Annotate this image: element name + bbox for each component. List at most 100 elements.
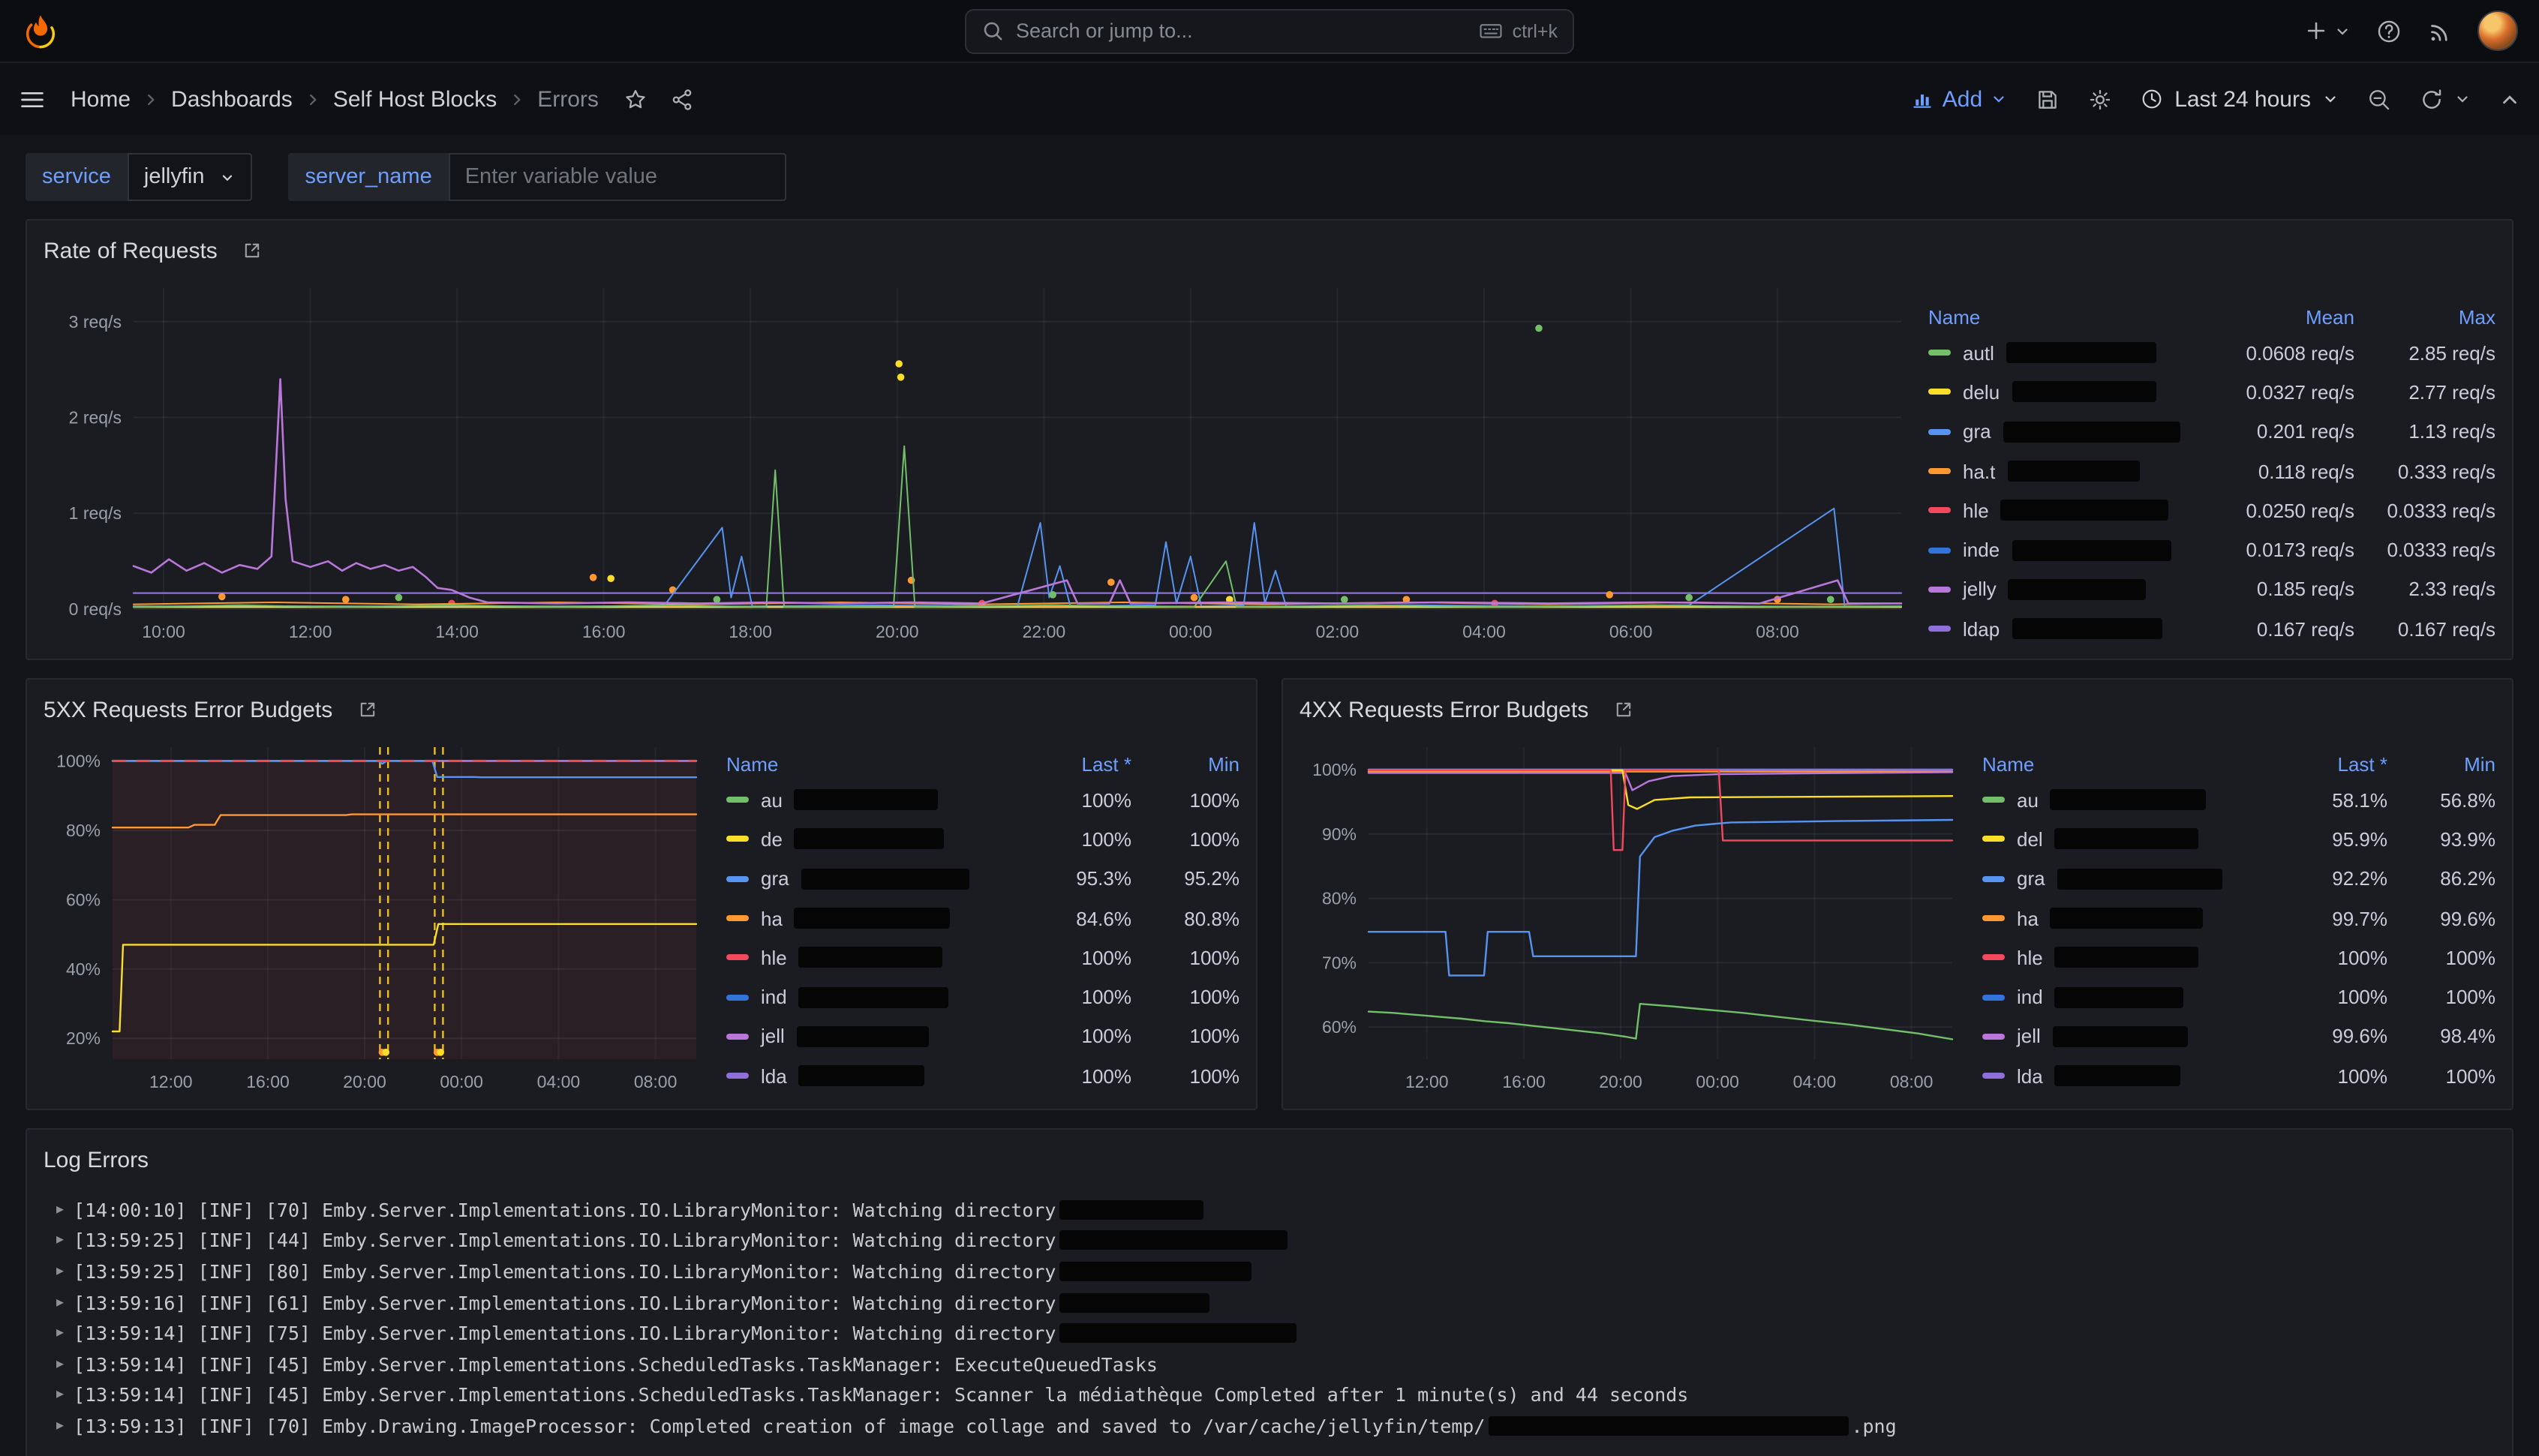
favorite-button[interactable] [623,86,648,112]
legend-row[interactable]: lda 100% 100% [726,1056,1239,1096]
expand-row-icon[interactable]: ▸ [47,1325,74,1341]
series-color-icon [726,994,749,1000]
save-dashboard-button[interactable] [2035,86,2060,112]
add-button[interactable]: Add [1911,86,2008,112]
log-text: [13:59:13] [INF] [70] Emby.Drawing.Image… [74,1415,1485,1437]
collapse-toolbar-button[interactable] [2498,88,2521,110]
new-button[interactable] [2303,18,2351,44]
legend-row[interactable]: de 100% 100% [726,820,1239,860]
clock-icon [2140,87,2164,111]
external-link-icon[interactable] [1612,699,1633,720]
panel-title[interactable]: Log Errors [44,1147,149,1172]
panel-log-errors: Log Errors ▸ [14:00:10] [INF] [70] Emby.… [26,1128,2513,1456]
log-row[interactable]: ▸ [13:59:25] [INF] [44] Emby.Server.Impl… [47,1225,2495,1256]
expand-row-icon[interactable]: ▸ [47,1418,74,1434]
legend-row[interactable]: inde 0.0173 req/s 0.0333 req/s [1928,530,2495,570]
legend-col-value1[interactable]: Last * [2249,752,2387,775]
star-icon [623,86,648,112]
expand-row-icon[interactable]: ▸ [47,1232,74,1249]
grafana-logo[interactable] [21,11,60,50]
panel-title[interactable]: 5XX Requests Error Budgets [44,697,332,722]
time-series-chart[interactable]: 20%40%60%80%100%12:0016:0020:0000:0004:0… [41,732,708,1098]
legend-row[interactable]: hle 100% 100% [1982,938,2495,977]
panel-title[interactable]: Rate of Requests [44,238,218,263]
legend-col-name[interactable]: Name [726,752,993,775]
variable-service-select[interactable]: jellyfin [128,153,253,201]
legend-value: 100% [2249,1064,2387,1087]
legend-value: 0.333 req/s [2354,460,2495,482]
series-name: ha.t [1963,460,1995,482]
log-row[interactable]: ▸ [13:59:13] [INF] [70] Emby.Drawing.Ima… [47,1410,2495,1441]
log-row[interactable]: ▸ [13:59:25] [INF] [80] Emby.Server.Impl… [47,1256,2495,1286]
user-avatar[interactable] [2477,11,2518,51]
legend-col-value1[interactable]: Mean [2186,305,2354,328]
legend-row[interactable]: autl 0.0608 req/s 2.85 req/s [1928,333,2495,373]
external-link-icon[interactable] [356,699,377,720]
legend-col-value2[interactable]: Min [2387,752,2495,775]
log-list: ▸ [14:00:10] [INF] [70] Emby.Server.Impl… [41,1182,2498,1442]
expand-row-icon[interactable]: ▸ [47,1294,74,1310]
help-button[interactable] [2375,17,2402,44]
series-color-icon [1928,389,1951,395]
variable-server-name-input[interactable] [449,153,786,201]
external-link-icon[interactable] [242,240,263,261]
legend-row[interactable]: ha 84.6% 80.8% [726,899,1239,938]
legend-row[interactable]: ha 99.7% 99.6% [1982,899,2495,938]
time-range-picker[interactable]: Last 24 hours [2140,86,2339,112]
redacted-text [2057,868,2222,889]
time-series-chart[interactable]: 60%70%80%90%100%12:0016:0020:0000:0004:0… [1297,732,1964,1098]
legend-row[interactable]: ind 100% 100% [1982,977,2495,1017]
legend-row[interactable]: gra 0.201 req/s 1.13 req/s [1928,412,2495,452]
dashboard-settings-button[interactable] [2087,86,2113,112]
expand-row-icon[interactable]: ▸ [47,1387,74,1403]
legend-row[interactable]: lda 100% 100% [1982,1056,2495,1096]
legend-row[interactable]: ha.t 0.118 req/s 0.333 req/s [1928,452,2495,491]
svg-text:20:00: 20:00 [343,1072,386,1091]
redacted-text [1059,1323,1296,1343]
legend-row[interactable]: hle 100% 100% [726,938,1239,977]
legend-col-name[interactable]: Name [1982,752,2249,775]
legend-row[interactable]: delu 0.0327 req/s 2.77 req/s [1928,373,2495,413]
legend-col-value2[interactable]: Min [1131,752,1239,775]
expand-row-icon[interactable]: ▸ [47,1202,74,1218]
series-name: hle [1963,500,1989,522]
search-input[interactable]: Search or jump to... ctrl+k [965,8,1574,53]
mega-menu-button[interactable] [18,85,47,113]
panel-title[interactable]: 4XX Requests Error Budgets [1300,697,1588,722]
breadcrumb-folder[interactable]: Self Host Blocks [333,86,497,112]
expand-row-icon[interactable]: ▸ [47,1263,74,1280]
log-row[interactable]: ▸ [13:59:14] [INF] [75] Emby.Server.Impl… [47,1318,2495,1349]
news-button[interactable] [2426,17,2453,44]
legend-col-name[interactable]: Name [1928,305,2186,328]
expand-row-icon[interactable]: ▸ [47,1356,74,1373]
legend-row[interactable]: jell 99.6% 98.4% [1982,1017,2495,1057]
legend-col-value1[interactable]: Last * [993,752,1131,775]
series-color-icon [1928,428,1951,434]
legend-value: 98.4% [2387,1025,2495,1048]
legend-row[interactable]: ldap 0.167 req/s 0.167 req/s [1928,609,2495,649]
legend-row[interactable]: au 100% 100% [726,780,1239,820]
legend-row[interactable]: gra 95.3% 95.2% [726,859,1239,899]
legend-row[interactable]: jell 100% 100% [726,1017,1239,1057]
svg-text:20:00: 20:00 [876,622,919,641]
legend-row[interactable]: jelly 0.185 req/s 2.33 req/s [1928,570,2495,610]
log-row[interactable]: ▸ [14:00:10] [INF] [70] Emby.Server.Impl… [47,1194,2495,1225]
share-button[interactable] [669,86,695,112]
refresh-button[interactable] [2419,86,2471,112]
breadcrumb-home[interactable]: Home [71,86,131,112]
legend-row[interactable]: hle 0.0250 req/s 0.0333 req/s [1928,491,2495,530]
legend-table: Name Last * Min au 58.1% 56.8% del 95.9%… [1964,732,2498,1098]
chevron-down-icon [2453,90,2471,108]
time-series-chart[interactable]: 0 req/s1 req/s2 req/s3 req/s10:0012:0014… [41,273,1910,648]
log-row[interactable]: ▸ [13:59:14] [INF] [45] Emby.Server.Impl… [47,1379,2495,1410]
legend-row[interactable]: gra 92.2% 86.2% [1982,859,2495,899]
log-row[interactable]: ▸ [13:59:16] [INF] [61] Emby.Server.Impl… [47,1287,2495,1318]
legend-row[interactable]: au 58.1% 56.8% [1982,780,2495,820]
legend-col-value2[interactable]: Max [2354,305,2495,328]
zoom-out-button[interactable] [2366,86,2392,112]
legend-row[interactable]: del 95.9% 93.9% [1982,820,2495,860]
log-row[interactable]: ▸ [13:59:14] [INF] [45] Emby.Server.Impl… [47,1349,2495,1379]
breadcrumb-dashboards[interactable]: Dashboards [171,86,293,112]
grafana-flame-icon [21,11,60,50]
legend-row[interactable]: ind 100% 100% [726,977,1239,1017]
